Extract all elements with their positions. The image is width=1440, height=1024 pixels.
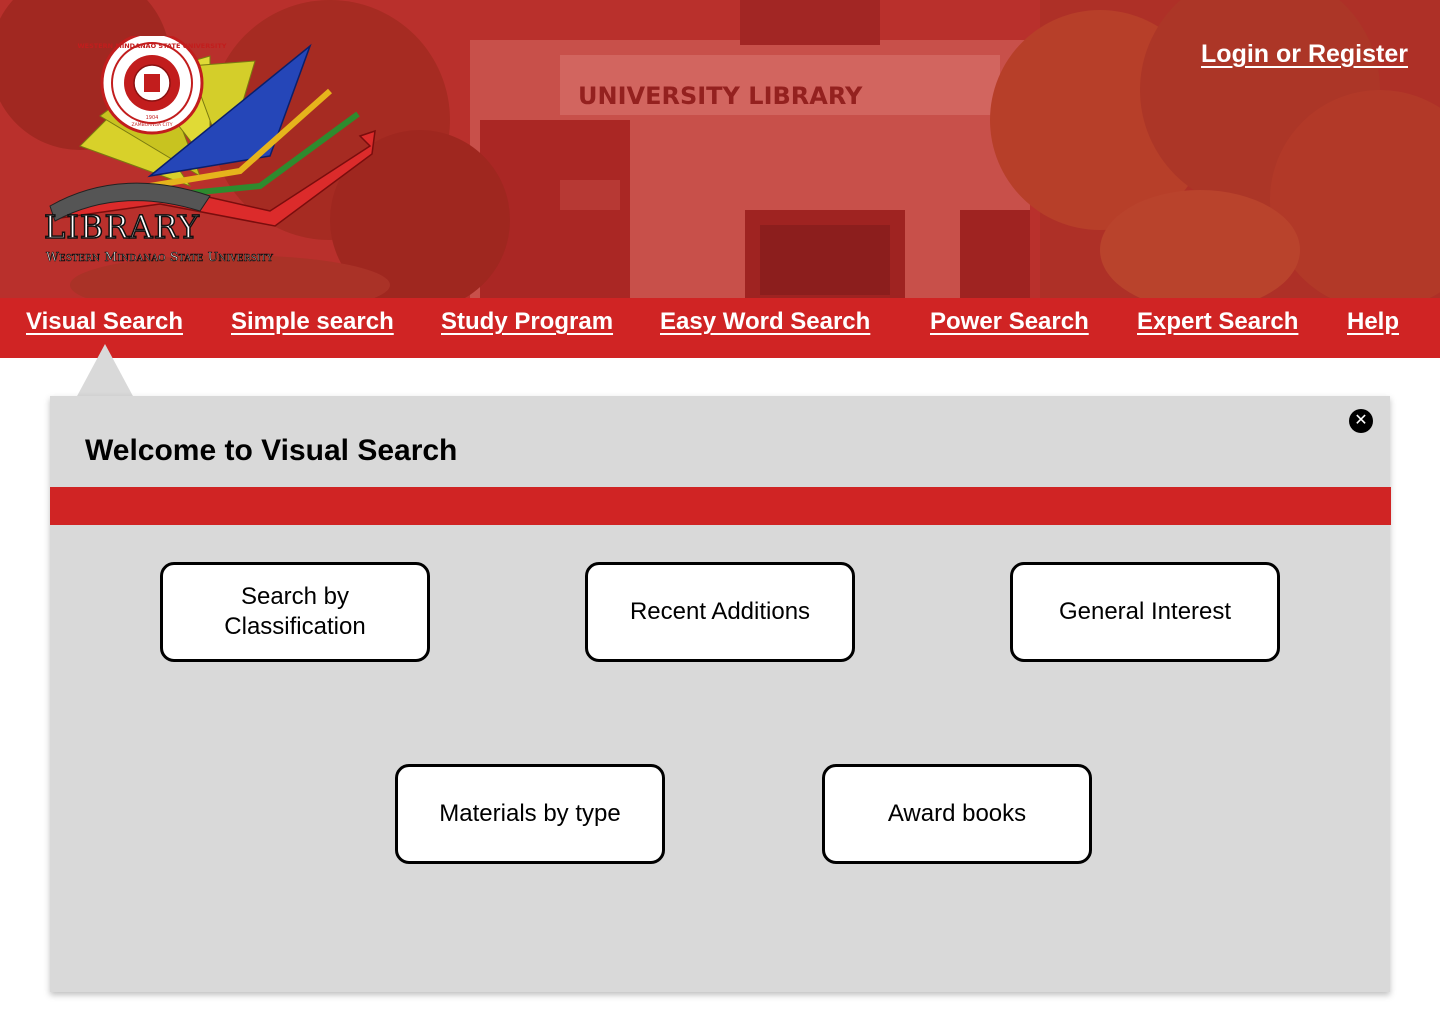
hero-banner: UNIVERSITY LIBRARY WESTERN MINDANAO STAT… — [0, 0, 1440, 298]
tile-label: General Interest — [1058, 598, 1232, 625]
tile-materials-by-type[interactable]: Materials by type — [395, 764, 665, 864]
active-tab-pointer — [76, 344, 134, 398]
tile-search-by-classification[interactable]: Search by Classification — [160, 562, 430, 662]
tile-label: Materials by type — [439, 800, 621, 827]
tile-recent-additions[interactable]: Recent Additions — [585, 562, 855, 662]
nav-item-study-program[interactable]: Study Program — [441, 308, 613, 336]
svg-text:WESTERN MINDANAO STATE UNIVERS: WESTERN MINDANAO STATE UNIVERSITY — [77, 42, 226, 50]
nav-item-expert-search[interactable]: Expert Search — [1137, 308, 1298, 336]
close-icon[interactable]: ✕ — [1349, 409, 1373, 433]
visual-search-panel: Welcome to Visual Search ✕ Search by Cla… — [50, 396, 1391, 992]
svg-text:ZAMBOANGA CITY: ZAMBOANGA CITY — [132, 122, 173, 128]
tile-general-interest[interactable]: General Interest — [1010, 562, 1280, 662]
tile-label: Search by Classification — [224, 583, 366, 640]
panel-title: Welcome to Visual Search — [85, 434, 458, 467]
nav-item-simple-search[interactable]: Simple search — [231, 308, 394, 336]
tile-label: Recent Additions — [629, 598, 811, 625]
tile-award-books[interactable]: Award books — [822, 764, 1092, 864]
nav-item-help[interactable]: Help — [1347, 308, 1399, 336]
tile-label: Award books — [887, 800, 1027, 827]
login-register-link[interactable]: Login or Register — [1201, 40, 1408, 69]
panel-divider-bar — [50, 487, 1391, 525]
nav-item-easy-word-search[interactable]: Easy Word Search — [660, 308, 870, 336]
svg-text:1904: 1904 — [146, 115, 159, 121]
nav-item-power-search[interactable]: Power Search — [930, 308, 1089, 336]
logo-library-text: LIBRARY — [43, 207, 200, 247]
logo-university-text: Western Mindanao State University — [46, 249, 274, 265]
nav-item-visual-search[interactable]: Visual Search — [26, 308, 183, 336]
main-nav: Visual Search Simple search Study Progra… — [0, 298, 1440, 358]
